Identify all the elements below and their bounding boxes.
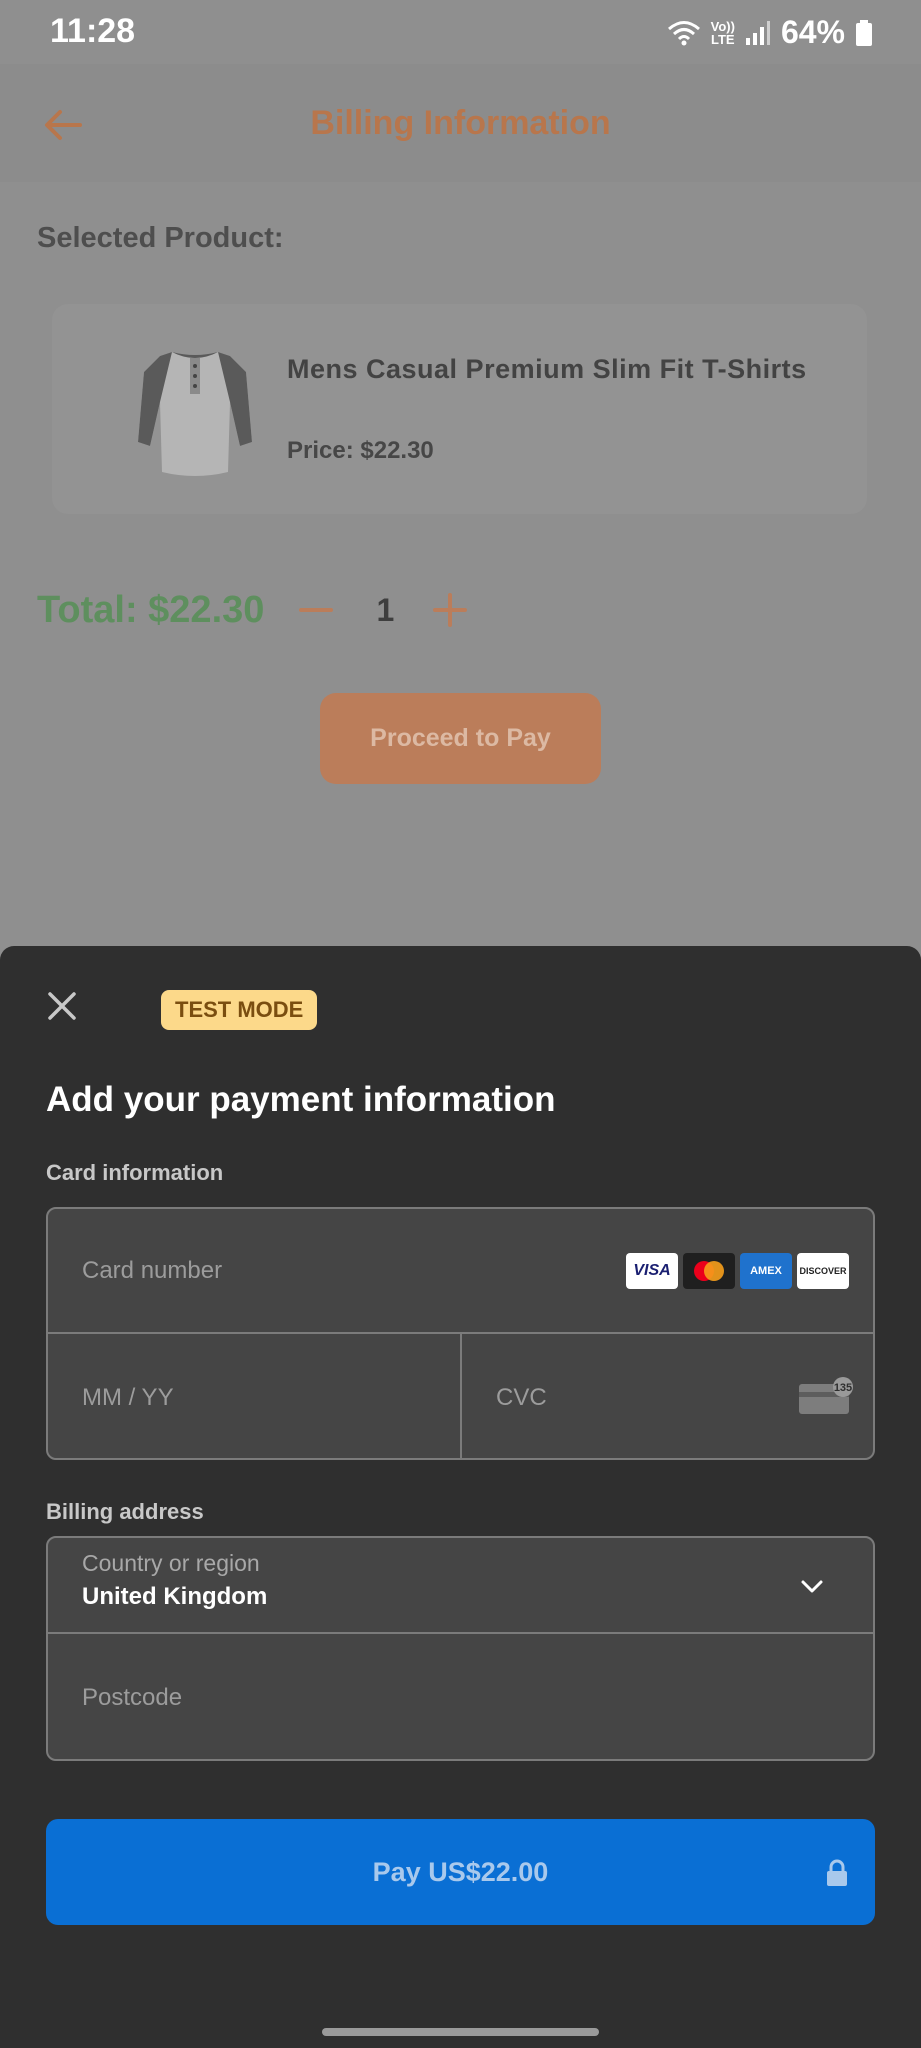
lock-icon	[827, 1859, 847, 1886]
quantity-value: 1	[376, 591, 395, 628]
page-title: Billing Information	[310, 104, 611, 142]
country-select[interactable]: Country or region United Kingdom	[48, 1538, 873, 1634]
battery-percent: 64%	[780, 14, 845, 50]
battery-icon	[856, 19, 872, 46]
status-time: 11:28	[50, 12, 136, 50]
plus-icon[interactable]	[432, 592, 468, 628]
cvc-field[interactable]: CVC 135	[462, 1334, 873, 1458]
country-label: Country or region	[82, 1550, 260, 1576]
mastercard-icon	[683, 1253, 735, 1289]
product-name: Mens Casual Premium Slim Fit T-Shirts	[287, 354, 807, 384]
test-mode-badge: TEST MODE	[161, 990, 318, 1030]
postcode-field[interactable]: Postcode	[48, 1634, 873, 1759]
billing-address-label: Billing address	[46, 1499, 204, 1524]
close-icon[interactable]	[44, 988, 80, 1024]
card-brands: VISA AMEX DISCOVER	[626, 1253, 849, 1289]
country-value: United Kingdom	[82, 1583, 268, 1610]
expiry-placeholder: MM / YY	[82, 1384, 174, 1411]
sheet-title: Add your payment information	[46, 1080, 556, 1119]
cvc-hint: 135	[834, 1382, 852, 1394]
status-icons: Vo)) LTE 64%	[667, 14, 873, 51]
cvc-placeholder: CVC	[496, 1384, 547, 1411]
total-row: Total: $22.30 1	[37, 582, 468, 638]
card-number-field[interactable]: Card number VISA AMEX DISCOVER	[48, 1209, 873, 1334]
postcode-placeholder: Postcode	[82, 1684, 183, 1711]
visa-icon: VISA	[626, 1253, 678, 1289]
chevron-down-icon	[801, 1580, 823, 1593]
pay-button-label: Pay US$22.00	[372, 1856, 549, 1887]
wifi-icon	[667, 20, 700, 45]
product-price: Price: $22.30	[287, 437, 434, 464]
cvc-card-icon: 135	[799, 1377, 853, 1414]
signal-icon	[745, 20, 770, 45]
card-number-placeholder: Card number	[82, 1257, 223, 1284]
minus-icon[interactable]	[298, 592, 334, 628]
billing-address-box: Country or region United Kingdom Postcod…	[46, 1536, 875, 1761]
status-bar: 11:28 Vo)) LTE 64%	[0, 0, 921, 64]
home-indicator	[322, 2028, 599, 2036]
expiry-field[interactable]: MM / YY	[48, 1334, 462, 1458]
card-information-box: Card number VISA AMEX DISCOVER MM / YY C…	[46, 1207, 875, 1460]
product-image	[138, 352, 252, 476]
pay-button[interactable]: Pay US$22.00	[46, 1819, 875, 1925]
product-card[interactable]: Mens Casual Premium Slim Fit T-Shirts Pr…	[52, 304, 867, 514]
proceed-to-pay-button[interactable]: Proceed to Pay	[320, 693, 601, 784]
app-bar: Billing Information	[0, 64, 921, 182]
payment-sheet: TEST MODE Add your payment information C…	[0, 946, 921, 2048]
card-information-label: Card information	[46, 1160, 224, 1185]
total-amount: Total: $22.30	[37, 588, 265, 631]
network-type: Vo)) LTE	[710, 18, 735, 47]
amex-icon: AMEX	[740, 1253, 792, 1289]
discover-icon: DISCOVER	[797, 1253, 849, 1289]
selected-product-label: Selected Product:	[37, 222, 284, 254]
